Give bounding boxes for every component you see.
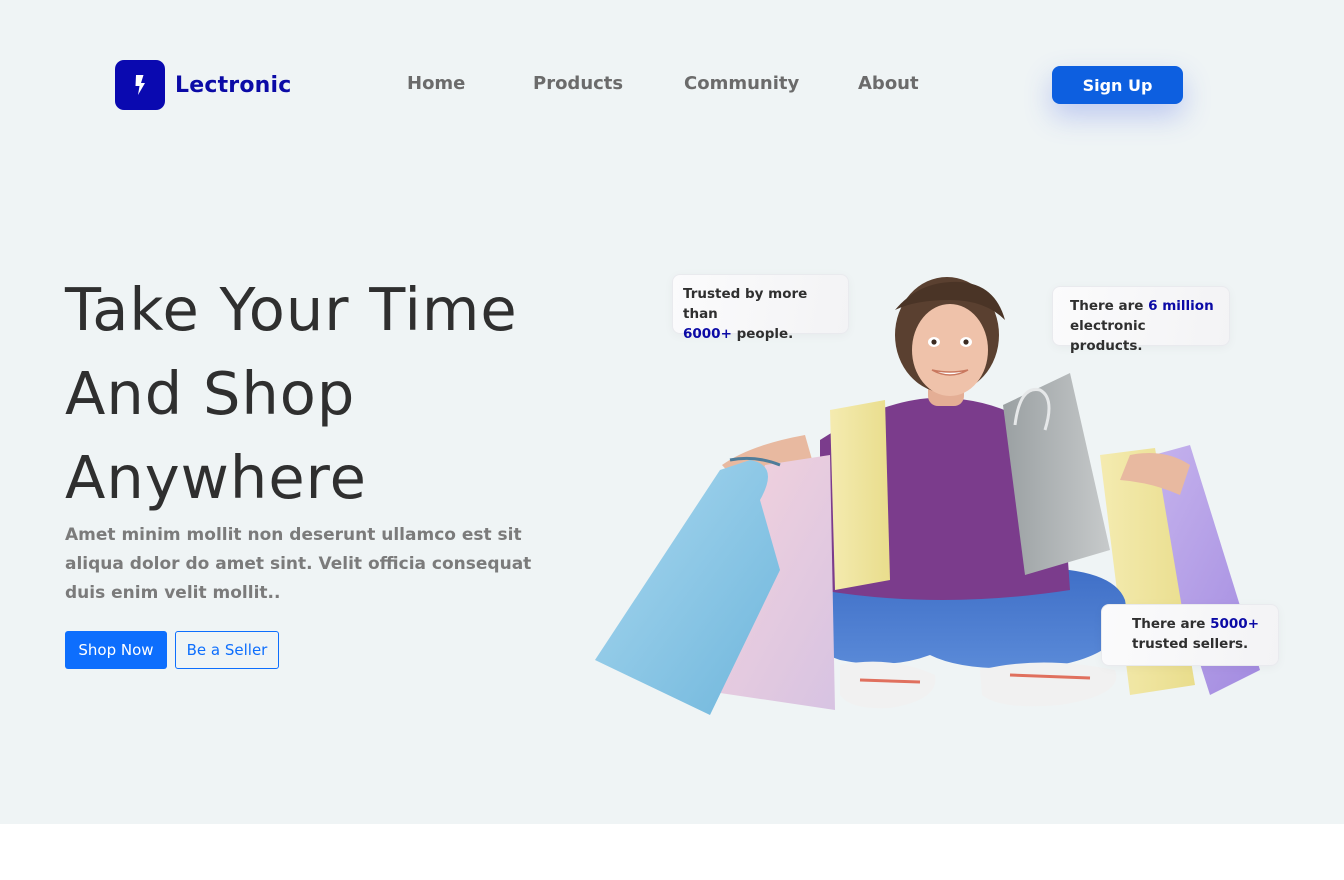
trusted-prefix: Trusted by more than xyxy=(683,286,808,322)
trusted-value: 6000+ xyxy=(683,326,732,342)
stat-card-sellers: There are 5000+ trusted sellers. xyxy=(1101,604,1279,666)
sellers-value: 5000+ xyxy=(1210,616,1260,632)
products-value: 6 million xyxy=(1148,298,1214,314)
hero-section: Lectronic Home Products Community About … xyxy=(0,0,1344,824)
sign-up-button[interactable]: Sign Up xyxy=(1052,66,1183,104)
nav-community[interactable]: Community xyxy=(684,73,799,94)
stat-card-trusted: Trusted by more than 6000+ people. xyxy=(672,274,849,342)
be-a-seller-button[interactable]: Be a Seller xyxy=(175,631,279,669)
products-suffix: electronic products. xyxy=(1070,318,1146,354)
headline-line-3: Anywhere xyxy=(65,443,367,512)
trusted-suffix: people. xyxy=(736,326,794,342)
stat-card-products: There are 6 million electronic products. xyxy=(1052,286,1230,354)
hero-headline: Take Your Time And Shop Anywhere xyxy=(65,268,625,520)
headline-line-1: Take Your Time xyxy=(65,275,518,344)
shop-now-button[interactable]: Shop Now xyxy=(65,631,167,669)
sellers-suffix: trusted sellers. xyxy=(1132,636,1249,652)
sellers-prefix: There are xyxy=(1132,616,1206,632)
headline-line-2: And Shop xyxy=(65,359,356,428)
nav-home[interactable]: Home xyxy=(407,73,465,94)
nav-products[interactable]: Products xyxy=(533,73,623,94)
hero-description: Amet minim mollit non deserunt ullamco e… xyxy=(65,525,532,603)
products-prefix: There are xyxy=(1070,298,1144,314)
nav-about[interactable]: About xyxy=(858,73,919,94)
